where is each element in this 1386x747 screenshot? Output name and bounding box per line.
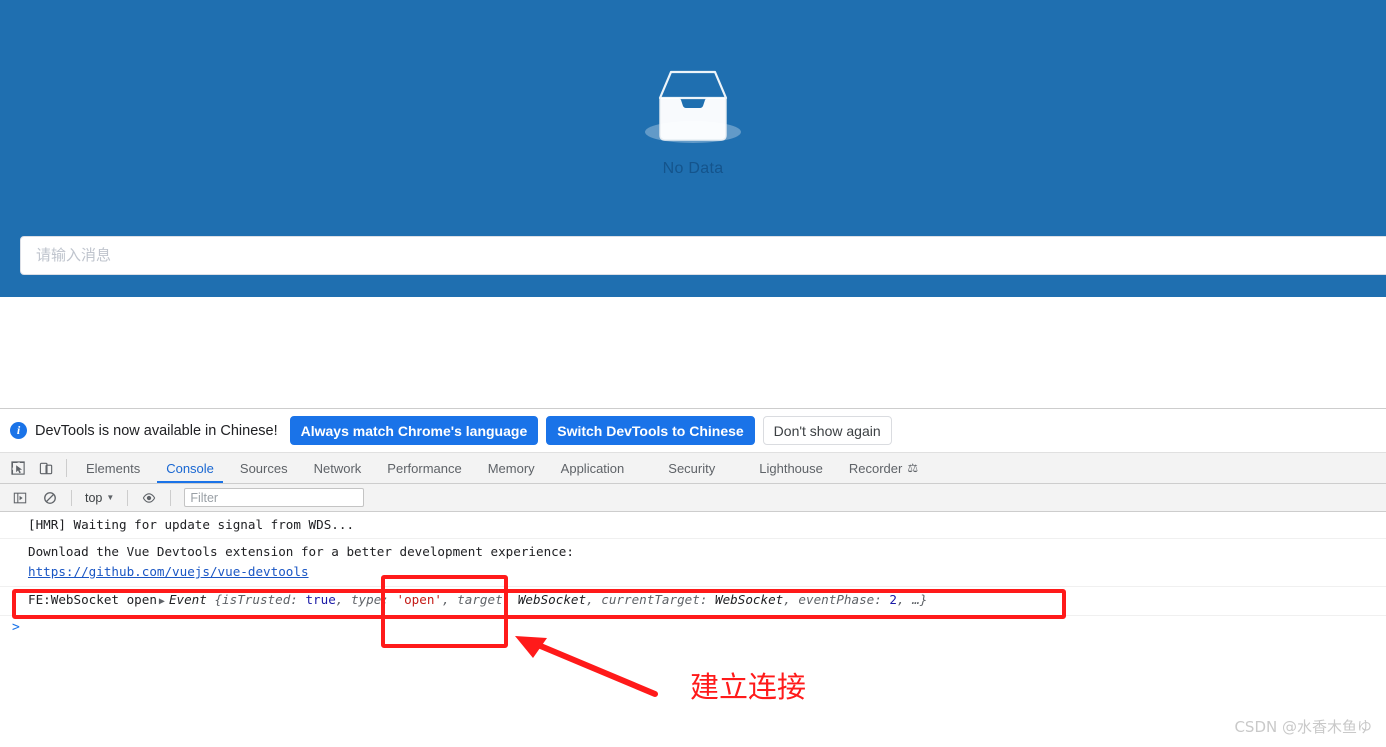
inbox-tray-icon <box>645 70 741 143</box>
vue-devtools-link[interactable]: https://github.com/vuejs/vue-devtools <box>28 564 309 579</box>
annotation-callout-text: 建立连接 <box>690 670 807 704</box>
devtools-language-banner: i DevTools is now available in Chinese! … <box>0 409 1386 453</box>
console-row-hmr[interactable]: [HMR] Waiting for update signal from WDS… <box>0 512 1386 539</box>
chevron-down-icon: ▼ <box>106 493 115 502</box>
tab-application[interactable]: Application <box>548 453 638 483</box>
tab-console[interactable]: Console <box>153 453 227 483</box>
inspect-element-icon[interactable] <box>4 453 32 483</box>
prop-key-target: target <box>457 592 503 607</box>
live-expression-icon[interactable] <box>135 491 163 505</box>
tab-sources[interactable]: Sources <box>227 453 301 483</box>
console-row-vue-devtools[interactable]: Download the Vue Devtools extension for … <box>0 539 1386 587</box>
console-output: [HMR] Waiting for update signal from WDS… <box>0 512 1386 639</box>
clear-console-icon[interactable] <box>36 491 64 505</box>
tab-label: Elements <box>86 460 141 476</box>
tab-label: Console <box>166 460 214 476</box>
always-match-language-button[interactable]: Always match Chrome's language <box>289 416 539 445</box>
banner-message: DevTools is now available in Chinese! <box>35 422 278 439</box>
event-object-name: Event <box>168 592 207 607</box>
tab-label: Recorder <box>848 460 903 476</box>
screenshot-root: No Data i DevTools is now available in C… <box>0 0 1386 747</box>
tab-recorder[interactable]: Recorder ⚖ <box>836 453 931 483</box>
tab-performance[interactable]: Performance <box>374 453 474 483</box>
console-prompt[interactable]: > <box>0 616 1386 639</box>
prompt-caret: > <box>12 620 20 635</box>
tab-label: Lighthouse <box>759 460 823 476</box>
console-message-text: [HMR] Waiting for update signal from WDS… <box>28 517 355 532</box>
console-toolbar-divider-2 <box>127 489 129 506</box>
console-context-selector[interactable]: top ▼ <box>79 491 120 505</box>
tab-elements[interactable]: Elements <box>73 453 153 483</box>
switch-to-chinese-button[interactable]: Switch DevTools to Chinese <box>546 416 755 445</box>
tab-memory[interactable]: Memory <box>475 453 548 483</box>
csdn-watermark: CSDN @水香木鱼ゆ <box>1234 718 1372 736</box>
devtools-tabbar: Elements Console Sources Network Perform… <box>0 453 1386 484</box>
console-filter-input[interactable] <box>184 488 365 507</box>
expand-triangle-icon[interactable]: ▶ <box>159 596 165 607</box>
tab-label: Network <box>313 460 362 476</box>
tab-label: Memory <box>487 460 535 476</box>
console-toolbar-divider <box>71 489 72 506</box>
tab-label: Sources <box>239 460 288 476</box>
device-toolbar-icon[interactable] <box>32 453 60 483</box>
prop-value-type: 'open' <box>396 592 442 607</box>
console-sidebar-icon[interactable] <box>6 491 34 505</box>
tab-network[interactable]: Network <box>301 453 375 483</box>
tab-label: Security <box>668 460 716 476</box>
web-app-page: No Data <box>0 0 1386 297</box>
console-toolbar-divider-3 <box>170 489 172 506</box>
info-icon: i <box>10 422 27 439</box>
message-input[interactable] <box>20 236 1386 275</box>
console-message-text: Download the Vue Devtools extension for … <box>28 544 574 559</box>
tab-label: Performance <box>387 460 462 476</box>
console-toolbar: top ▼ <box>0 484 1386 512</box>
truncation-ellipsis: … <box>912 592 920 607</box>
context-label: top <box>85 490 103 505</box>
tab-lighthouse[interactable]: Lighthouse <box>746 453 836 483</box>
empty-state: No Data <box>0 62 1386 178</box>
empty-state-label: No Data <box>662 160 724 177</box>
prop-value-eventPhase: 2 <box>889 592 898 607</box>
websocket-log-prefix: FE:WebSocket open <box>28 592 157 607</box>
prop-value-currentTarget: WebSocket <box>715 592 784 607</box>
experimental-flask-icon: ⚖ <box>907 461 919 475</box>
prop-value-target: WebSocket <box>517 592 587 607</box>
prop-value-isTrusted: true <box>305 592 336 607</box>
tab-label: Application <box>560 460 625 476</box>
dont-show-again-button[interactable]: Don't show again <box>762 416 892 445</box>
message-input-wrapper <box>20 236 1386 275</box>
toolbar-divider <box>66 459 67 477</box>
tab-security[interactable]: Security <box>655 453 728 483</box>
console-row-websocket-open[interactable]: FE:WebSocket open ▶ Event {isTrusted: true… <box>0 587 1386 616</box>
prop-key-isTrusted: isTrusted <box>222 592 291 607</box>
prop-key-eventPhase: eventPhase <box>798 592 875 607</box>
prop-key-currentTarget: currentTarget <box>601 592 700 607</box>
prop-key-type: type <box>350 592 382 607</box>
